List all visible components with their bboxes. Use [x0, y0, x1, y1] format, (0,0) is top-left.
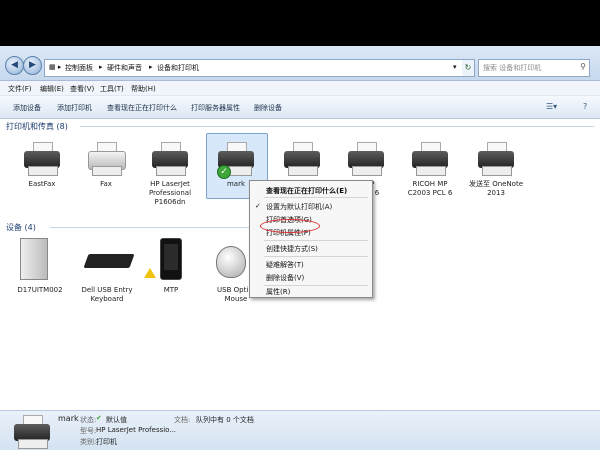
chevron-right-icon: ▸ — [99, 63, 103, 71]
printer-icon — [474, 142, 518, 180]
checkmark-icon: ✓ — [255, 202, 261, 210]
search-icon: ⚲ — [580, 62, 586, 71]
search-placeholder: 搜索 设备和打印机 — [483, 64, 542, 72]
printer-icon — [148, 142, 192, 180]
details-pane: mark 状态: ✔ 默认值 型号: HP LaserJet Professio… — [0, 410, 600, 450]
details-queue-value: 队列中有 0 个文档 — [196, 416, 254, 424]
menu-view[interactable]: 查看(V) — [70, 84, 94, 94]
context-menu: 查看现在正在打印什么(E) ✓ 设置为默认打印机(A) 打印首选项(G) 打印机… — [249, 180, 373, 298]
ctx-properties[interactable]: 属性(R) — [266, 287, 290, 297]
fax-icon — [84, 142, 128, 180]
chevron-down-icon[interactable]: ▾ — [453, 63, 457, 71]
see-printing-button[interactable]: 查看现在正在打印什么 — [107, 103, 177, 113]
command-bar: 添加设备 添加打印机 查看现在正在打印什么 打印服务器属性 删除设备 ☰▾ ? — [0, 96, 600, 119]
printer-icon — [280, 142, 324, 180]
default-check-icon: ✓ — [217, 165, 231, 179]
print-server-properties-button[interactable]: 打印服务器属性 — [191, 103, 240, 113]
device-d17uitm002[interactable]: D17UITM002 — [12, 238, 68, 295]
breadcrumb[interactable]: ▦ ▸ 控制面板 ▸ 硬件和声音 ▸ 设备和打印机 ▾ — [44, 59, 464, 77]
breadcrumb-control-panel[interactable]: 控制面板 — [65, 63, 93, 73]
warning-icon — [144, 268, 156, 278]
details-model-value: HP LaserJet Professio... — [96, 426, 177, 434]
add-device-button[interactable]: 添加设备 — [13, 103, 41, 113]
ctx-create-shortcut[interactable]: 创建快捷方式(S) — [266, 244, 318, 254]
remove-device-button[interactable]: 删除设备 — [254, 103, 282, 113]
device-label: Dell USB Entry Keyboard — [81, 286, 133, 303]
breadcrumb-hardware-sound[interactable]: 硬件和声音 — [107, 63, 142, 73]
printer-fax[interactable]: Fax — [78, 142, 134, 189]
default-check-icon: ✔ — [96, 414, 102, 422]
details-state-label: 状态: — [80, 416, 97, 424]
breadcrumb-devices-printers[interactable]: 设备和打印机 — [157, 63, 199, 73]
keyboard-icon — [76, 238, 138, 286]
details-model-label: 型号: — [80, 427, 97, 435]
menu-edit[interactable]: 编辑(E) — [40, 84, 64, 94]
printer-icon — [344, 142, 388, 180]
ctx-remove-device[interactable]: 删除设备(V) — [266, 273, 304, 283]
printer-label: EastFax — [28, 180, 56, 188]
explorer-window: ◀ ▶ ▦ ▸ 控制面板 ▸ 硬件和声音 ▸ 设备和打印机 ▾ ↻ 搜索 设备和… — [0, 46, 600, 450]
menu-tools[interactable]: 工具(T) — [100, 84, 124, 94]
ctx-see-printing[interactable]: 查看现在正在打印什么(E) — [266, 186, 347, 196]
printers-section-header[interactable]: 打印机和传真 (8) — [6, 121, 68, 132]
address-bar: ◀ ▶ ▦ ▸ 控制面板 ▸ 硬件和声音 ▸ 设备和打印机 ▾ ↻ 搜索 设备和… — [0, 46, 600, 81]
view-options-icon[interactable]: ☰▾ — [546, 102, 557, 111]
chevron-right-icon: ▸ — [149, 63, 153, 71]
menu-separator — [264, 197, 368, 198]
mobile-device-icon — [144, 238, 196, 286]
section-divider — [50, 227, 250, 228]
external-drive-icon — [12, 238, 68, 286]
printer-icon — [10, 415, 54, 450]
back-button[interactable]: ◀ — [5, 56, 24, 75]
folder-icon: ▦ ▸ — [49, 63, 62, 71]
search-input[interactable]: 搜索 设备和打印机 ⚲ — [478, 59, 590, 77]
details-category-label: 类别: — [80, 438, 97, 446]
details-category-value: 打印机 — [96, 438, 117, 446]
printer-icon — [20, 142, 64, 180]
printer-label: 发送至 OneNote 2013 — [468, 180, 524, 197]
device-label: MTP — [163, 286, 179, 294]
device-mtp[interactable]: MTP — [144, 238, 196, 295]
details-queue-label: 文档: — [174, 416, 191, 424]
ctx-set-default[interactable]: 设置为默认打印机(A) — [266, 202, 332, 212]
menu-file[interactable]: 文件(F) — [8, 84, 32, 94]
printer-label: Fax — [100, 180, 112, 188]
ctx-troubleshoot[interactable]: 疑难解答(T) — [266, 260, 304, 270]
forward-button[interactable]: ▶ — [23, 56, 42, 75]
details-name: mark — [58, 414, 79, 423]
printer-hp-laserjet[interactable]: HP LaserJet Professional P1606dn — [142, 142, 198, 207]
printer-eastfax[interactable]: EastFax — [14, 142, 70, 189]
printer-label: RICOH MP C2003 PCL 6 — [407, 180, 453, 197]
menu-separator — [264, 256, 368, 257]
menu-bar: 文件(F) 编辑(E) 查看(V) 工具(T) 帮助(H) — [0, 81, 600, 96]
details-state-value: 默认值 — [106, 416, 127, 424]
devices-section-header[interactable]: 设备 (4) — [6, 222, 36, 233]
printer-icon: ✓ — [214, 142, 258, 180]
device-label: D17UITM002 — [17, 286, 63, 294]
refresh-button[interactable]: ↻ — [462, 59, 475, 77]
menu-separator — [264, 285, 368, 286]
add-printer-button[interactable]: 添加打印机 — [57, 103, 92, 113]
printer-label: HP LaserJet Professional P1606dn — [148, 180, 192, 206]
printer-icon — [408, 142, 452, 180]
printer-onenote[interactable]: 发送至 OneNote 2013 — [466, 142, 526, 198]
device-dell-keyboard[interactable]: Dell USB Entry Keyboard — [76, 238, 138, 304]
printer-ricoh[interactable]: RICOH MP C2003 PCL 6 — [402, 142, 458, 198]
highlight-oval — [260, 219, 320, 233]
menu-separator — [264, 240, 368, 241]
section-divider — [80, 126, 594, 127]
menu-help[interactable]: 帮助(H) — [131, 84, 156, 94]
help-icon[interactable]: ? — [583, 102, 587, 111]
